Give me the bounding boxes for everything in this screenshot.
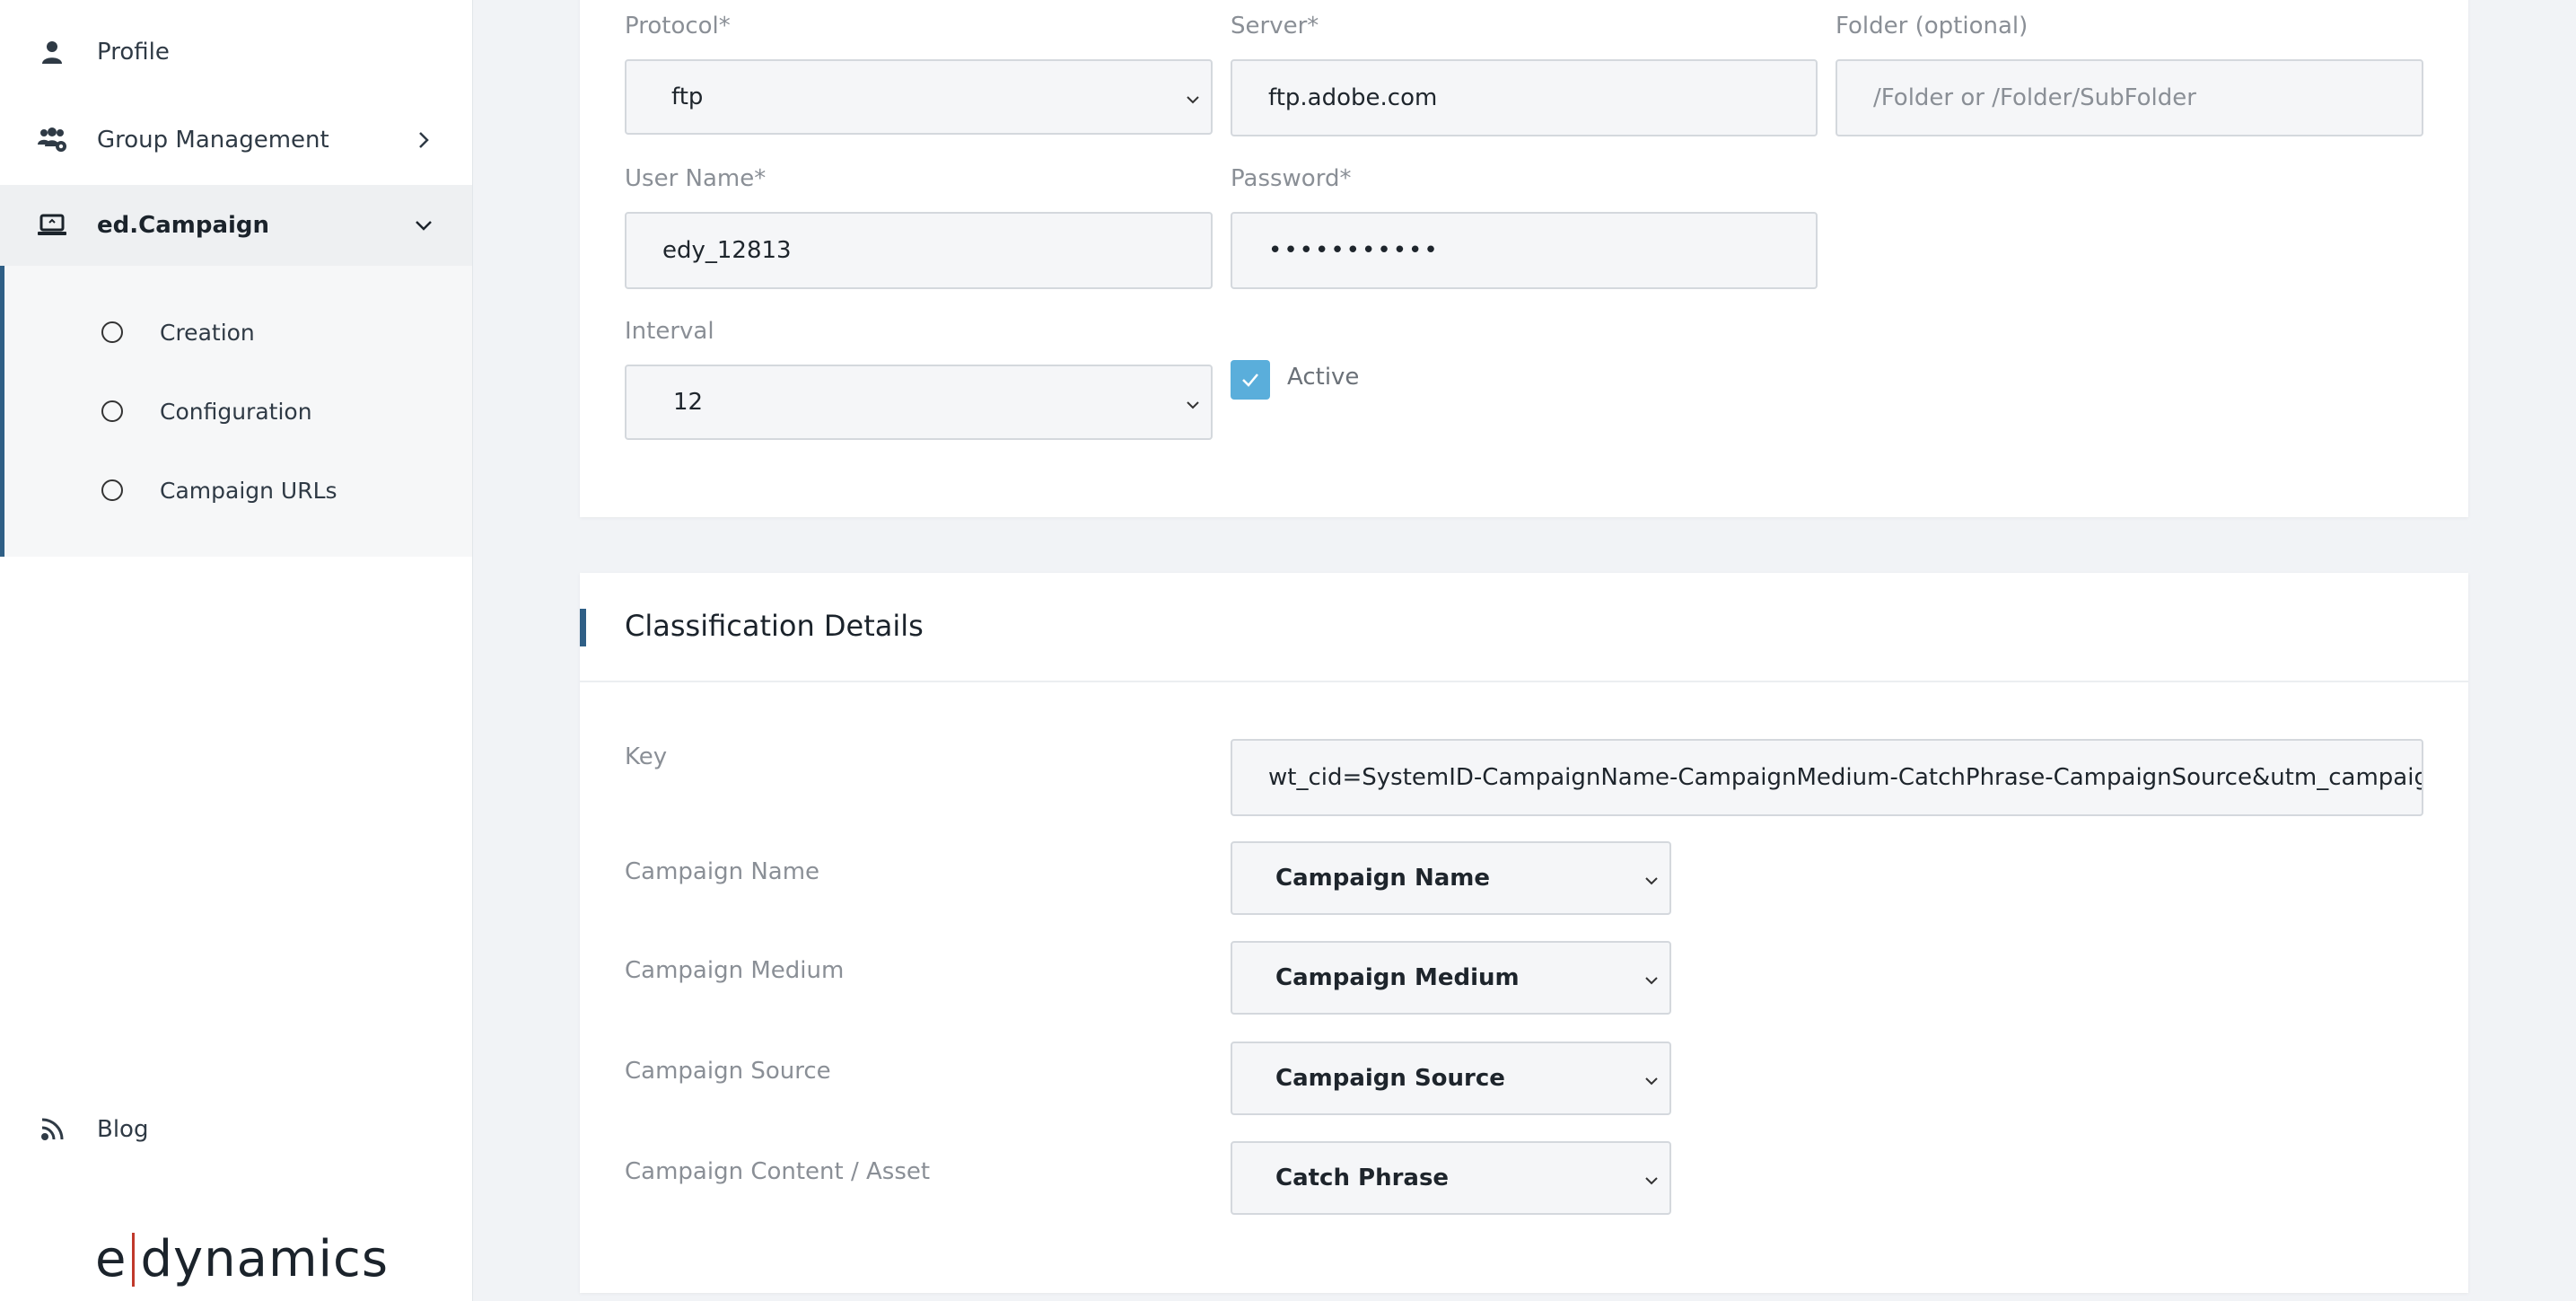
ed-campaign-submenu: Creation Configuration Campaign URLs — [0, 266, 472, 557]
submenu-item-label: Campaign URLs — [160, 478, 337, 504]
campaign-content-select[interactable]: Catch Phrase — [1231, 1141, 1671, 1215]
sidebar: Profile Group Management ed.Campaign Cre… — [0, 0, 473, 1301]
sidebar-item-label: Group Management — [97, 127, 329, 154]
protocol-label: Protocol* — [625, 13, 731, 40]
chevron-down-icon — [413, 215, 434, 236]
interval-select[interactable]: 12 — [625, 365, 1213, 440]
radio-circle-icon — [101, 400, 123, 422]
interval-label: Interval — [625, 318, 714, 345]
password-input[interactable]: ••••••••••• — [1231, 212, 1818, 289]
campaign-source-label: Campaign Source — [625, 1058, 831, 1085]
sidebar-item-ed-campaign[interactable]: ed.Campaign — [0, 185, 472, 266]
username-input[interactable]: edy_12813 — [625, 212, 1213, 289]
campaign-medium-select[interactable]: Campaign Medium — [1231, 941, 1671, 1015]
section-accent-bar — [580, 609, 586, 646]
key-input[interactable]: wt_cid=SystemID-CampaignName-CampaignMed… — [1231, 739, 2423, 816]
radio-circle-icon — [101, 479, 123, 501]
chevron-down-icon — [1184, 393, 1202, 411]
chevron-down-icon — [1643, 969, 1660, 987]
submenu-item-campaign-urls[interactable]: Campaign URLs — [4, 460, 471, 523]
laptop-icon — [36, 209, 68, 242]
sidebar-item-group-management[interactable]: Group Management — [0, 97, 472, 183]
folder-label: Folder (optional) — [1836, 13, 2028, 40]
submenu-item-configuration[interactable]: Configuration — [4, 381, 471, 444]
chevron-down-icon — [1643, 1069, 1660, 1087]
user-icon — [36, 36, 68, 68]
key-label: Key — [625, 743, 668, 770]
campaign-name-select[interactable]: Campaign Name — [1231, 841, 1671, 915]
protocol-select[interactable]: ftp — [625, 59, 1213, 135]
submenu-item-creation[interactable]: Creation — [4, 302, 471, 365]
campaign-name-label: Campaign Name — [625, 858, 820, 885]
campaign-source-select[interactable]: Campaign Source — [1231, 1042, 1671, 1115]
active-checkbox[interactable] — [1231, 360, 1270, 400]
server-input[interactable]: ftp.adobe.com — [1231, 59, 1818, 136]
radio-circle-icon — [101, 321, 123, 343]
server-label: Server* — [1231, 13, 1319, 40]
section-title: Classification Details — [625, 609, 924, 643]
chevron-down-icon — [1643, 1169, 1660, 1187]
sidebar-item-label: ed.Campaign — [97, 212, 270, 239]
submenu-item-label: Configuration — [160, 399, 312, 425]
campaign-medium-label: Campaign Medium — [625, 957, 845, 984]
username-label: User Name* — [625, 165, 767, 192]
chevron-down-icon — [1184, 88, 1202, 106]
campaign-content-label: Campaign Content / Asset — [625, 1158, 931, 1185]
blog-feed-icon — [36, 1113, 68, 1146]
checkmark-icon — [1242, 374, 1258, 387]
sidebar-item-label: Profile — [97, 39, 170, 66]
edynamics-logo: e dynamics — [95, 1230, 390, 1288]
sidebar-item-blog[interactable]: Blog — [0, 1086, 472, 1173]
password-label: Password* — [1231, 165, 1352, 192]
submenu-item-label: Creation — [160, 320, 255, 346]
active-label: Active — [1287, 364, 1360, 391]
chevron-down-icon — [1643, 869, 1660, 887]
chevron-right-icon — [413, 129, 434, 151]
group-gear-icon — [36, 124, 68, 156]
sidebar-item-profile[interactable]: Profile — [0, 9, 472, 95]
sidebar-item-label: Blog — [97, 1116, 149, 1143]
folder-input[interactable]: /Folder or /Folder/SubFolder — [1836, 59, 2423, 136]
